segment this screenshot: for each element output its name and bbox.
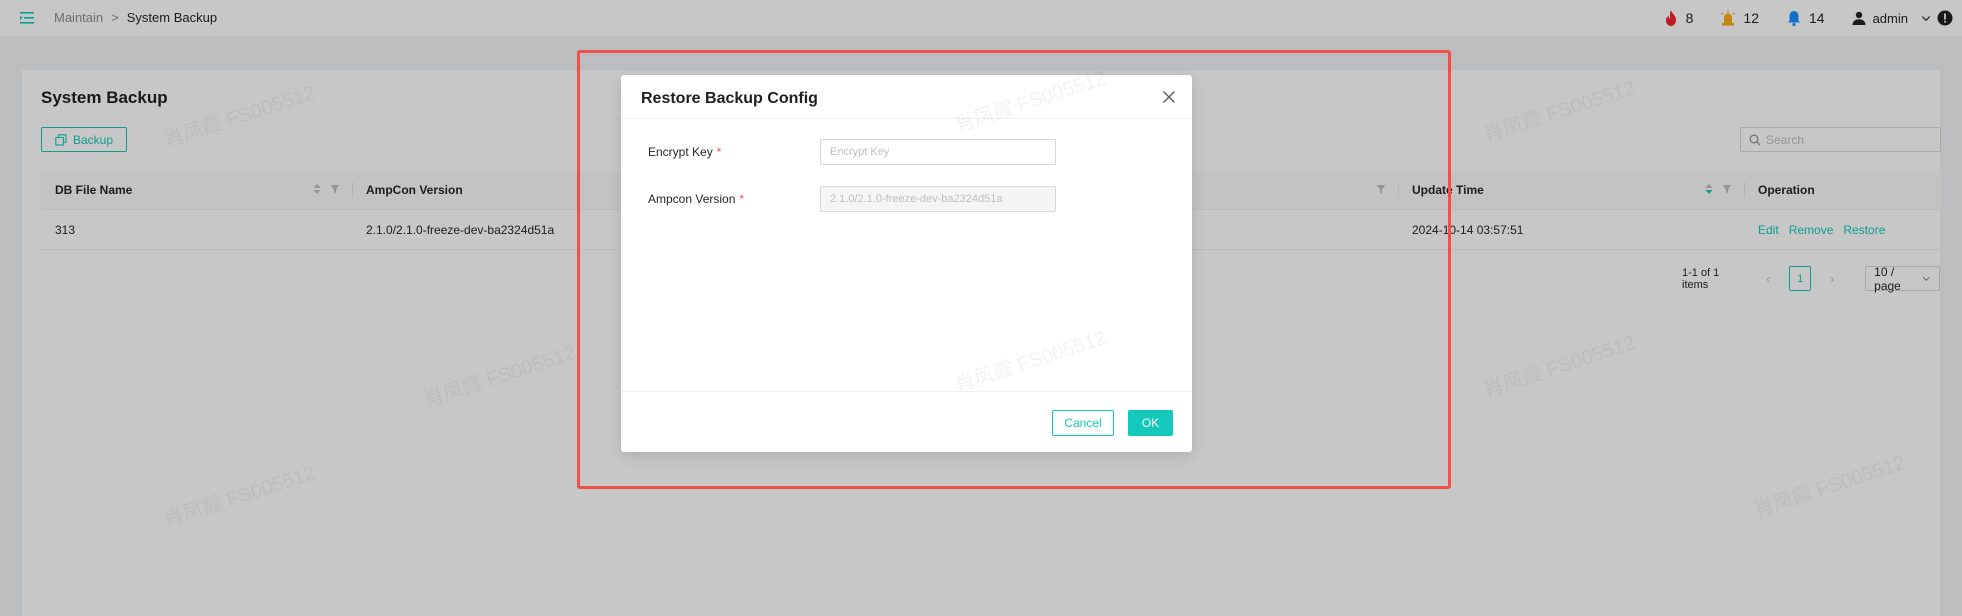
modal-footer: Cancel OK [621, 391, 1192, 452]
restore-backup-modal: Restore Backup Config 肖凤霞 FS005512 肖凤霞 F… [621, 67, 1192, 452]
required-mark: * [716, 145, 722, 159]
ampcon-version-input [820, 186, 1056, 212]
encrypt-key-input[interactable] [820, 139, 1056, 165]
encrypt-key-label: Encrypt Key * [648, 145, 820, 159]
modal-header: Restore Backup Config [621, 75, 1192, 119]
form-row-encrypt-key: Encrypt Key * [648, 139, 1056, 165]
required-mark: * [739, 192, 745, 206]
ampcon-version-label: Ampcon Version * [648, 192, 820, 206]
modal-title: Restore Backup Config [641, 90, 818, 107]
form-row-ampcon-version: Ampcon Version * [648, 186, 1056, 212]
watermark: 肖凤霞 FS005512 [952, 327, 1110, 397]
field-label: Encrypt Key [648, 145, 713, 159]
ok-button[interactable]: OK [1128, 410, 1173, 436]
cancel-button[interactable]: Cancel [1052, 410, 1114, 436]
close-icon[interactable] [1162, 90, 1176, 104]
field-label: Ampcon Version [648, 192, 736, 206]
